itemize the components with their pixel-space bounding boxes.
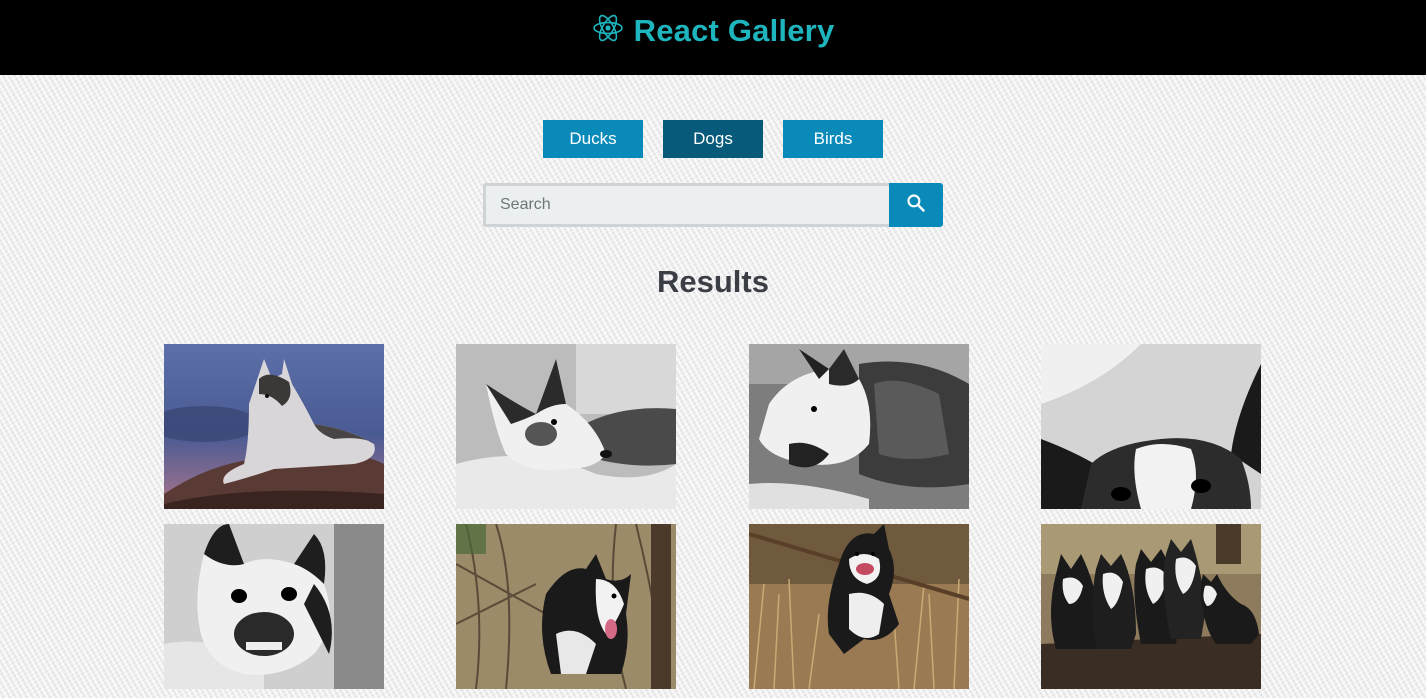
photo-collie-group[interactable] <box>1041 524 1261 689</box>
search-icon <box>906 193 926 218</box>
photo-dog-on-blanket[interactable] <box>456 344 676 509</box>
photo-dog-ears-closeup[interactable] <box>1041 344 1261 509</box>
photo-dog-yawning[interactable] <box>749 344 969 509</box>
search-button[interactable] <box>889 183 943 227</box>
nav-button-birds[interactable]: Birds <box>783 120 883 158</box>
react-atom-icon <box>592 12 624 49</box>
search-form <box>483 183 943 227</box>
nav-button-ducks[interactable]: Ducks <box>543 120 643 158</box>
nav-button-dogs[interactable]: Dogs <box>663 120 763 158</box>
category-nav: Ducks Dogs Birds <box>0 120 1426 158</box>
results-title: Results <box>657 264 769 299</box>
app-title: React Gallery <box>633 12 835 48</box>
brand: React Gallery <box>592 12 835 49</box>
photo-husky[interactable] <box>164 344 384 509</box>
app-header: React Gallery <box>0 0 1426 75</box>
search-input[interactable] <box>483 183 889 227</box>
photo-collie-with-stick[interactable] <box>749 524 969 689</box>
photo-dog-face-closeup[interactable] <box>164 524 384 689</box>
photo-collie-in-bushes[interactable] <box>456 524 676 689</box>
